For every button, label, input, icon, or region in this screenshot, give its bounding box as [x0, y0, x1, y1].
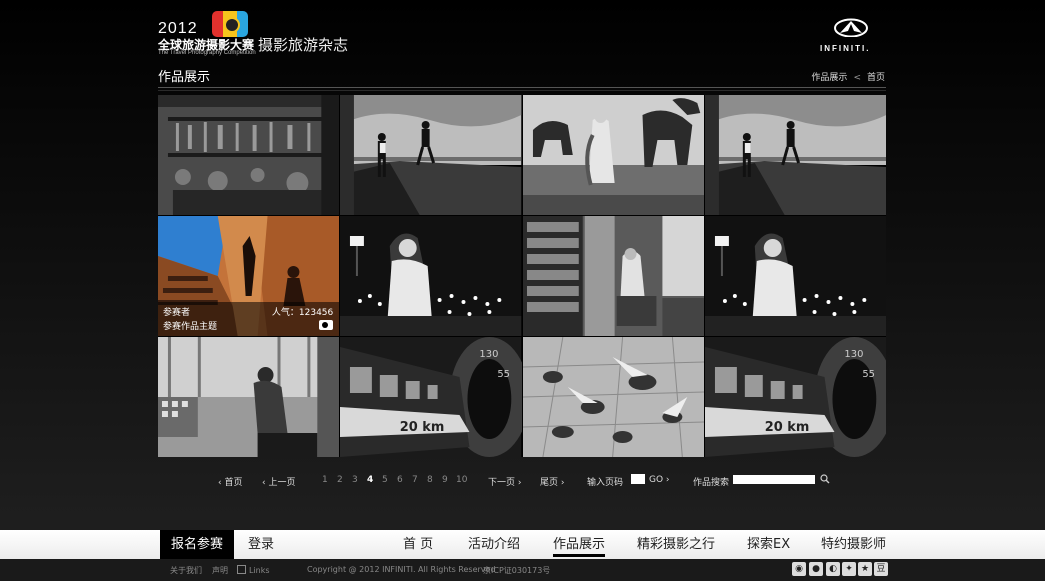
footer: 关于我们 声明 Links Copyright @ 2012 INFINITI.…	[0, 559, 1045, 581]
nav-photographers[interactable]: 特约摄影师	[821, 530, 886, 559]
camels-woman-photo	[522, 95, 704, 215]
gallery-photo[interactable]: 20 km 130 55	[704, 337, 886, 457]
prev-page-link[interactable]: ‹ 上一页	[262, 475, 295, 488]
douban-icon[interactable]: 豆	[874, 562, 888, 576]
gallery-photo[interactable]	[158, 95, 340, 215]
page-link[interactable]: 10	[456, 475, 467, 485]
next-page-link[interactable]: 下一页 ›	[488, 475, 521, 488]
nav-photo-trips[interactable]: 精彩摄影之行	[637, 530, 715, 559]
nav-explore-ex[interactable]: 探索EX	[747, 530, 790, 559]
seaside-walkers-photo	[340, 95, 522, 215]
links-link[interactable]: Links	[237, 565, 270, 575]
seaside-walkers-photo	[704, 95, 886, 215]
page-link[interactable]: 8	[427, 475, 433, 485]
breadcrumb: 作品展示 < 首页	[811, 70, 885, 83]
camera-logo-icon	[212, 11, 248, 37]
page-number-input[interactable]	[631, 474, 645, 484]
infiniti-mark-icon	[834, 18, 868, 37]
logo-subtitle: The Travel Photography Competition	[158, 50, 256, 56]
page-title: 作品展示	[158, 70, 211, 85]
infiniti-logo[interactable]: INFINITI.	[818, 18, 888, 58]
rss-icon[interactable]: ◉	[792, 562, 806, 576]
go-label: GO	[649, 475, 664, 485]
man-at-window-photo	[158, 337, 340, 457]
go-button[interactable]: GO ›	[649, 475, 670, 485]
login-link[interactable]: 登录	[248, 530, 274, 559]
woman-library-photo	[522, 216, 704, 336]
gallery-photo-hovered[interactable]: 参赛者 参赛作品主题 人气：123456	[158, 216, 340, 336]
page-link[interactable]: 7	[412, 475, 418, 485]
nav-home[interactable]: 首 页	[403, 530, 433, 559]
search-label: 作品搜索	[693, 478, 730, 488]
page-link[interactable]: 3	[352, 475, 358, 485]
magazine-name: 摄影旅游杂志	[258, 36, 349, 54]
caption-popularity: 人气：123456	[271, 308, 334, 318]
page-link[interactable]: 6	[397, 475, 403, 485]
last-page-link[interactable]: 尾页 ›	[540, 475, 564, 488]
statement-link[interactable]: 声明	[212, 565, 228, 576]
breadcrumb-works[interactable]: 作品展示	[811, 73, 847, 83]
search-icon[interactable]	[820, 474, 830, 484]
first-page-link[interactable]: ‹ 首页	[218, 475, 242, 488]
copyright: Copyright @ 2012 INFINITI. All Rights Re…	[307, 565, 496, 574]
main-navbar: 报名参赛 登录 首 页 活动介绍 作品展示 精彩摄影之行 探索EX 特约摄影师	[0, 530, 1045, 559]
gallery-photo[interactable]	[704, 95, 886, 215]
caption-author[interactable]: 参赛者	[163, 305, 190, 318]
nav-works[interactable]: 作品展示	[553, 530, 606, 559]
first-page-label: 首页	[224, 478, 243, 488]
goto-label: 输入页码	[587, 478, 624, 488]
breadcrumb-home[interactable]: 首页	[867, 73, 885, 83]
divider	[158, 90, 886, 91]
nav-about-event[interactable]: 活动介绍	[468, 530, 520, 559]
next-page-label: 下一页	[488, 478, 516, 488]
share-icon[interactable]	[319, 320, 334, 330]
gallery-photo[interactable]	[522, 337, 704, 457]
page-link[interactable]: 2	[337, 475, 343, 485]
weibo-icon[interactable]: ◐	[826, 562, 840, 576]
breadcrumb-separator: <	[853, 73, 861, 83]
prev-page-label: 上一页	[268, 478, 296, 488]
kaixin-icon[interactable]: ✦	[842, 562, 856, 576]
works-search-input[interactable]	[733, 475, 815, 484]
svg-text:20 km: 20 km	[400, 420, 445, 435]
train-tunnel-photo: 20 km 130 55	[704, 337, 886, 457]
train-tunnel-photo: 20 km 130 55	[340, 337, 522, 457]
gallery-photo[interactable]	[340, 95, 522, 215]
about-link[interactable]: 关于我们	[170, 565, 202, 576]
photo-gallery: 参赛者 参赛作品主题 人气：123456 20 km 130 55 20 km …	[158, 95, 886, 457]
svg-text:55: 55	[498, 369, 511, 380]
svg-text:20 km: 20 km	[765, 420, 810, 435]
links-icon	[237, 565, 246, 574]
links-label: Links	[249, 566, 270, 575]
svg-text:130: 130	[844, 349, 863, 360]
gallery-photo[interactable]	[704, 216, 886, 336]
signup-button[interactable]: 报名参赛	[160, 530, 234, 559]
page-link[interactable]: 1	[322, 475, 328, 485]
page-link[interactable]: 9	[442, 475, 448, 485]
brand-name: INFINITI.	[820, 44, 871, 53]
gallery-photo[interactable]	[522, 216, 704, 336]
gallery-photo[interactable]	[158, 337, 340, 457]
page-link-current[interactable]: 4	[367, 475, 373, 485]
panda-icon[interactable]: ●	[809, 562, 823, 576]
woman-candles-photo	[340, 216, 522, 336]
svg-text:55: 55	[862, 369, 875, 380]
gallery-photo[interactable]: 20 km 130 55	[340, 337, 522, 457]
tools-shelf-photo	[158, 95, 340, 215]
divider	[158, 87, 886, 88]
caption-topic[interactable]: 参赛作品主题	[163, 319, 217, 332]
icp-number: 京ICP证030173号	[483, 566, 551, 575]
photo-caption: 参赛者 参赛作品主题 人气：123456	[158, 302, 340, 336]
page-link[interactable]: 5	[382, 475, 388, 485]
gallery-photo[interactable]	[522, 95, 704, 215]
last-page-label: 尾页	[540, 478, 559, 488]
svg-text:130: 130	[480, 349, 499, 360]
woman-candles-photo	[704, 216, 886, 336]
qzone-icon[interactable]: ★	[858, 562, 872, 576]
birds-pavement-photo	[522, 337, 704, 457]
gallery-photo[interactable]	[340, 216, 522, 336]
